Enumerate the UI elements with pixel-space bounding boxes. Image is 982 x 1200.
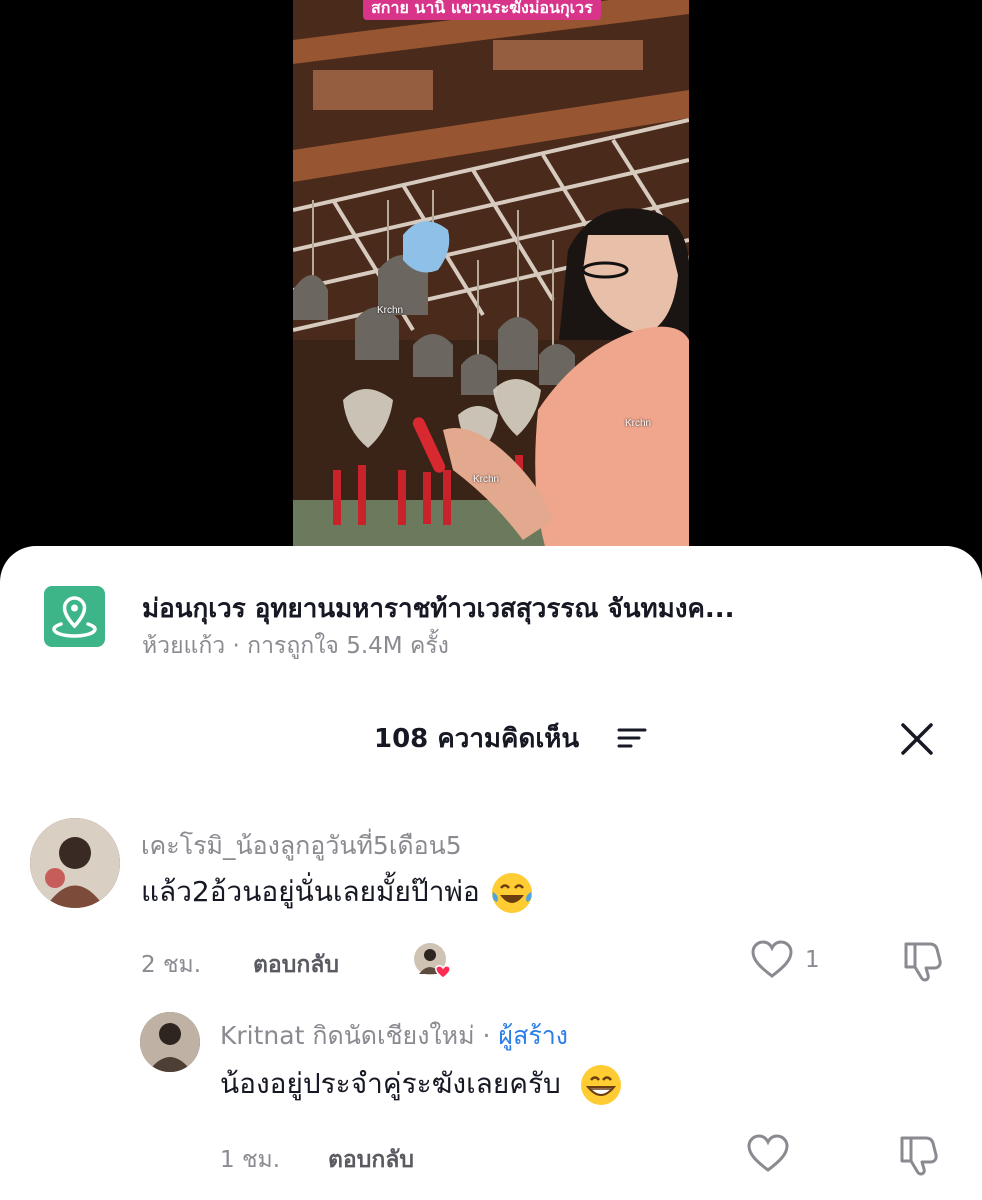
laughing-tears-emoji-icon <box>491 873 532 913</box>
reply-username[interactable]: Kritnat กิดนัดเชียงใหม่ · ผู้สร้าง <box>220 1016 568 1056</box>
reply-body: น้องอยู่ประจำคู่ระฆังเลยครับ <box>220 1067 561 1100</box>
watermark: Krchn <box>473 474 500 485</box>
comment-text: แล้ว2อ้วนอยู่นั่นเลยมั้ยป๊าพ่อ <box>141 870 535 916</box>
heart-icon[interactable] <box>750 940 794 980</box>
avatar[interactable] <box>30 818 120 908</box>
location-title[interactable]: ม่อนกุเวร อุทยานมหาราชท้าวเวสสุวรรณ จันท… <box>142 588 942 629</box>
reply-text: น้องอยู่ประจำคู่ระฆังเลยครับ <box>220 1062 624 1108</box>
sort-filter-icon[interactable] <box>617 726 647 750</box>
close-icon[interactable] <box>898 720 936 758</box>
grinning-emoji-icon <box>580 1065 621 1105</box>
video-player[interactable]: สกาย นานิ แขวนระฆังม่อนกุเวร Krchn Krchn… <box>0 0 982 560</box>
video-caption: สกาย นานิ แขวนระฆังม่อนกุเวร <box>363 0 601 20</box>
creator-badge: ผู้สร้าง <box>498 1021 569 1050</box>
comment-body: แล้ว2อ้วนอยู่นั่นเลยมั้ยป๊าพ่อ <box>141 875 480 908</box>
location-link[interactable]: ม่อนกุเวร อุทยานมหาราชท้าวเวสสุวรรณ จันท… <box>44 586 944 666</box>
watermark: Krchn <box>377 305 404 316</box>
comment-item: เคะโรมิ_น้องลูกอูวันที่5เดือน5 แล้ว2อ้วน… <box>0 814 982 994</box>
comment-time: 2 ชม. <box>141 952 202 978</box>
like-count: 1 <box>805 947 820 973</box>
comments-header: 108 ความคิดเห็น <box>0 718 982 758</box>
separator: · <box>474 1021 499 1050</box>
avatar[interactable] <box>140 1012 200 1072</box>
reply-button[interactable]: ตอบกลับ <box>328 1142 414 1178</box>
reply-button[interactable]: ตอบกลับ <box>253 947 339 983</box>
creator-name[interactable]: Kritnat กิดนัดเชียงใหม่ <box>220 1021 475 1050</box>
comment-username[interactable]: เคะโรมิ_น้องลูกอูวันที่5เดือน5 <box>141 826 462 866</box>
creator-liked-avatar <box>413 942 451 979</box>
location-pin-icon <box>44 586 105 647</box>
reply-time: 1 ชม. <box>220 1147 281 1173</box>
comments-sheet: ม่อนกุเวร อุทยานมหาราชท้าวเวสสุวรรณ จันท… <box>0 546 982 1200</box>
dislike-icon[interactable] <box>900 938 944 982</box>
video-frame[interactable]: สกาย นานิ แขวนระฆังม่อนกุเวร Krchn Krchn… <box>293 0 689 560</box>
location-meta: ห้วยแก้ว · การถูกใจ 5.4M ครั้ง <box>142 633 449 659</box>
heart-icon[interactable] <box>746 1134 790 1174</box>
comments-count: 108 ความคิดเห็น <box>374 724 580 754</box>
watermark: Krchn <box>625 418 652 429</box>
reply-item: Kritnat กิดนัดเชียงใหม่ · ผู้สร้าง น้องอ… <box>0 1012 982 1200</box>
dislike-icon[interactable] <box>896 1132 940 1176</box>
